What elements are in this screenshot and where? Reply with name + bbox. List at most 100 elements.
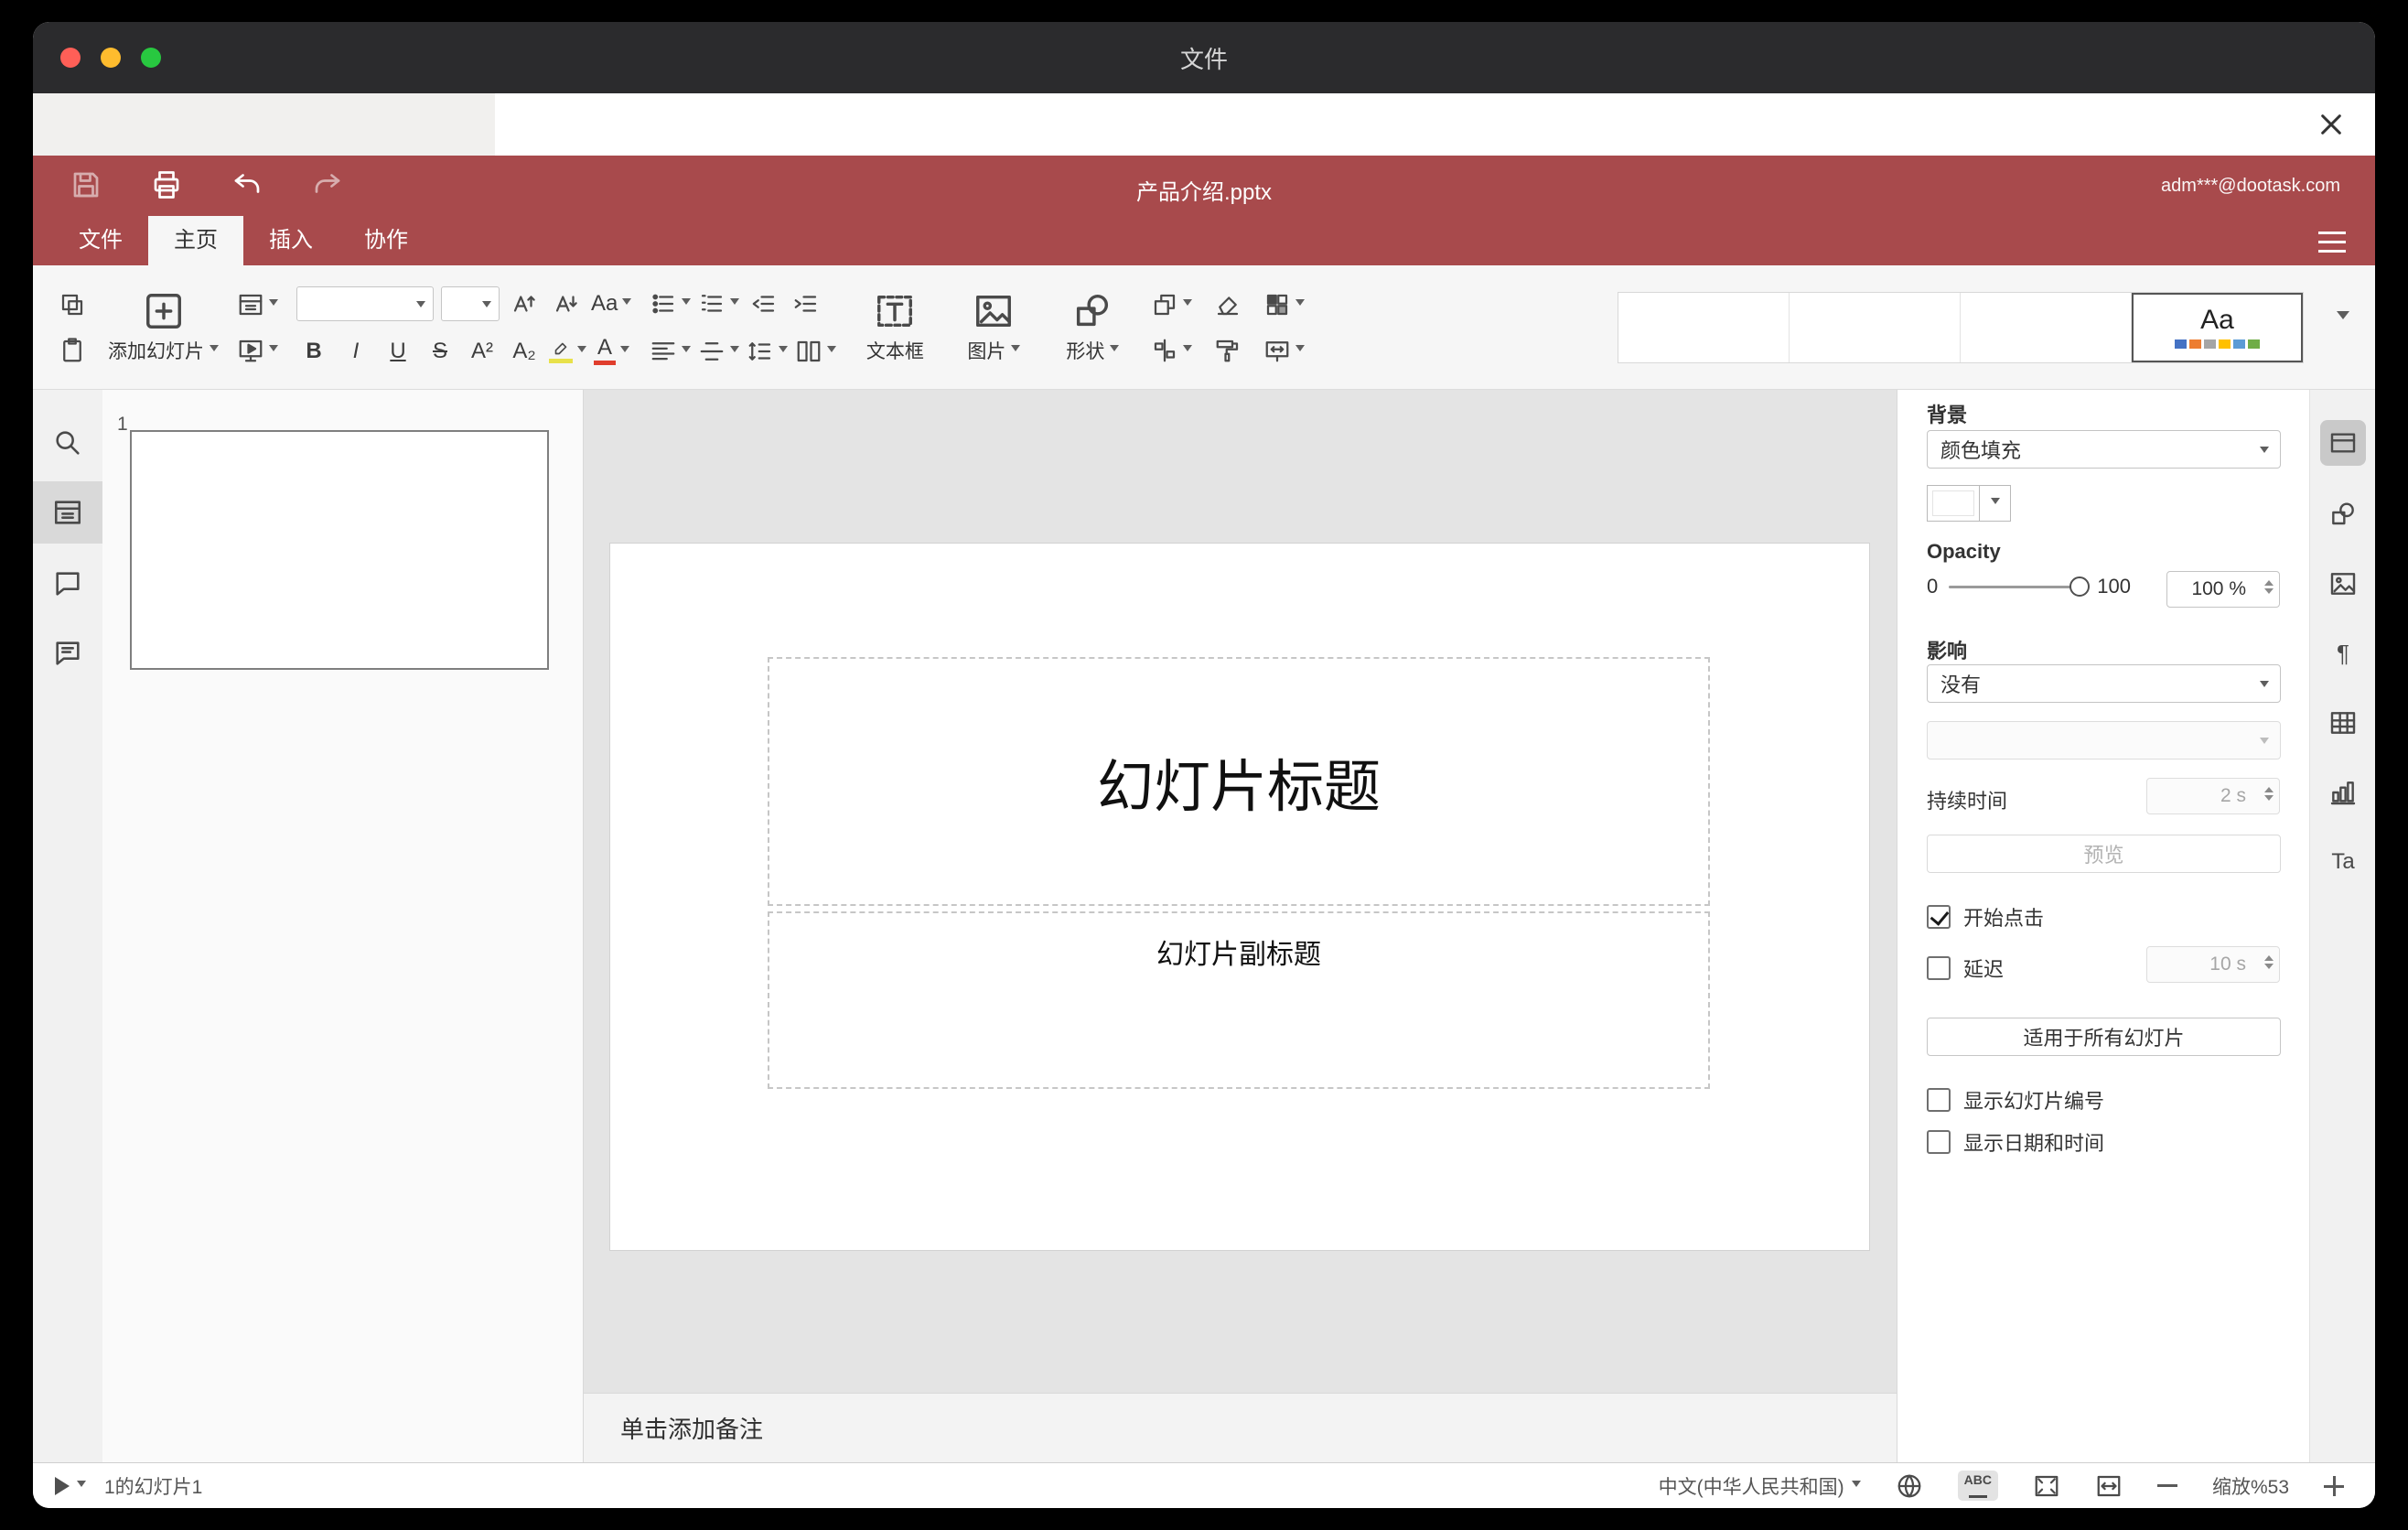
checkbox-checked-icon[interactable] (1927, 905, 1951, 929)
zoom-traffic-button[interactable] (141, 48, 161, 68)
theme-preview-blank-3[interactable] (1961, 292, 2132, 362)
paste-button[interactable] (55, 332, 90, 369)
subtitle-placeholder[interactable]: 幻灯片副标题 (768, 911, 1710, 1089)
opacity-slider[interactable] (1949, 576, 2091, 597)
gallery-expand-button[interactable] (2337, 310, 2349, 339)
checkbox-unchecked-icon[interactable] (1927, 1130, 1951, 1154)
delay-checkbox-row[interactable]: 延迟 (1927, 954, 2004, 983)
spinner-arrows-icon[interactable] (2264, 782, 2274, 805)
insert-shape-button[interactable]: 形状 (1052, 290, 1133, 364)
font-color-label: A (597, 335, 612, 360)
preview-button-label: 预览 (2083, 844, 2124, 867)
sidebar-item-feedback[interactable] (33, 622, 102, 684)
insert-textbox-button[interactable]: 文本框 (855, 290, 935, 364)
decrease-indent-button[interactable] (747, 286, 781, 322)
apply-to-all-slides-button[interactable]: 适用于所有幻灯片 (1927, 1018, 2281, 1056)
decrease-font-button[interactable] (549, 286, 584, 322)
bullet-list-button[interactable] (650, 286, 692, 322)
tab-insert[interactable]: 插入 (243, 216, 339, 265)
tab-file[interactable]: 文件 (53, 216, 148, 265)
effect-type-select[interactable] (1927, 721, 2281, 760)
columns-button[interactable] (795, 333, 837, 370)
theme-preview-selected[interactable]: Aa (2132, 292, 2303, 362)
duration-field[interactable]: 2 s (2146, 778, 2280, 814)
color-scheme-button[interactable] (1263, 286, 1306, 323)
background-fill-select[interactable]: 颜色填充 (1927, 430, 2281, 469)
start-on-click-checkbox-row[interactable]: 开始点击 (1927, 902, 2044, 932)
increase-font-button[interactable] (507, 286, 542, 322)
slide-layout-button[interactable] (237, 286, 278, 323)
start-slideshow-status-button[interactable] (55, 1476, 86, 1495)
theme-preview-blank-1[interactable] (1618, 292, 1790, 362)
spinner-arrows-icon[interactable] (2264, 951, 2274, 974)
language-selector[interactable]: 中文(中华人民共和国) (1659, 1472, 1861, 1500)
tab-home[interactable]: 主页 (148, 216, 243, 265)
opacity-slider-row: 0 100 (1927, 575, 2131, 598)
menu-icon[interactable] (2318, 232, 2346, 253)
subscript-button[interactable]: A₂ (507, 333, 542, 370)
notes-area[interactable]: 单击添加备注 (584, 1393, 1897, 1462)
checkbox-unchecked-icon[interactable] (1927, 956, 1951, 980)
change-case-button[interactable]: Aa (591, 286, 632, 322)
preview-button[interactable]: 预览 (1927, 835, 2281, 873)
copy-button[interactable] (55, 286, 90, 323)
close-traffic-button[interactable] (60, 48, 81, 68)
font-color-button[interactable]: A (594, 333, 629, 370)
opacity-value-field[interactable]: 100 % (2166, 571, 2280, 608)
show-date-time-row[interactable]: 显示日期和时间 (1927, 1127, 2104, 1157)
underline-button[interactable]: U (381, 333, 415, 370)
font-name-select[interactable] (296, 286, 434, 321)
superscript-button[interactable]: A² (465, 333, 500, 370)
background-color-select[interactable] (1927, 485, 2011, 522)
spellcheck-button[interactable]: ABC (1957, 1471, 1998, 1501)
sidebar-item-slides[interactable] (33, 481, 102, 544)
fit-width-button[interactable] (2095, 1472, 2123, 1500)
increase-indent-button[interactable] (789, 286, 823, 322)
minimize-traffic-button[interactable] (101, 48, 121, 68)
line-spacing-button[interactable] (747, 333, 789, 370)
decrease-indent-icon (752, 295, 775, 312)
slide-thumbnail-1[interactable] (130, 430, 549, 670)
bold-button[interactable]: B (296, 333, 331, 370)
spinner-arrows-icon[interactable] (2264, 576, 2274, 598)
slide-size-button[interactable] (1263, 332, 1306, 369)
panel-tab-textart-settings[interactable]: Ta (2310, 831, 2375, 893)
theme-preview-blank-2[interactable] (1790, 292, 1961, 362)
tab-collaboration[interactable]: 协作 (339, 216, 434, 265)
highlight-color-button[interactable] (549, 333, 586, 370)
start-slideshow-button[interactable] (237, 332, 278, 369)
strikethrough-button[interactable]: S (423, 333, 457, 370)
panel-tab-chart-settings[interactable] (2310, 761, 2375, 824)
close-icon[interactable] (2317, 110, 2346, 139)
panel-tab-shape-settings[interactable] (2310, 483, 2375, 545)
sidebar-item-search[interactable] (33, 412, 102, 474)
zoom-in-button[interactable] (2324, 1475, 2344, 1496)
copy-style-button[interactable] (1210, 332, 1245, 369)
add-slide-button[interactable]: 添加幻灯片 (108, 290, 219, 364)
align-shapes-button[interactable] (1151, 332, 1193, 369)
panel-tab-paragraph-settings[interactable]: ¶ (2310, 622, 2375, 684)
italic-button[interactable]: I (339, 333, 373, 370)
arrange-shapes-button[interactable] (1151, 286, 1193, 323)
clear-style-button[interactable] (1210, 286, 1245, 323)
panel-tab-image-settings[interactable] (2310, 553, 2375, 615)
checkbox-unchecked-icon[interactable] (1927, 1088, 1951, 1112)
panel-tab-table-settings[interactable] (2310, 692, 2375, 754)
title-placeholder[interactable]: 幻灯片标题 (768, 657, 1710, 906)
numbered-list-button[interactable] (698, 286, 740, 322)
underline-label: U (390, 338, 406, 363)
vertical-align-button[interactable] (698, 333, 740, 370)
show-slide-number-row[interactable]: 显示幻灯片编号 (1927, 1085, 2104, 1115)
panel-tab-slide-settings[interactable] (2310, 412, 2375, 474)
zoom-out-button[interactable] (2156, 1484, 2177, 1487)
sidebar-item-comments[interactable] (33, 553, 102, 615)
insert-image-button[interactable]: 图片 (953, 290, 1034, 364)
opacity-slider-handle[interactable] (2069, 576, 2091, 597)
font-size-select[interactable] (441, 286, 500, 321)
fit-slide-button[interactable] (2033, 1472, 2060, 1500)
delay-field[interactable]: 10 s (2146, 946, 2280, 983)
document-language-button[interactable] (1896, 1472, 1923, 1500)
slide-surface[interactable]: 幻灯片标题 幻灯片副标题 (610, 544, 1869, 1250)
horizontal-align-button[interactable] (650, 333, 692, 370)
effect-select[interactable]: 没有 (1927, 664, 2281, 703)
